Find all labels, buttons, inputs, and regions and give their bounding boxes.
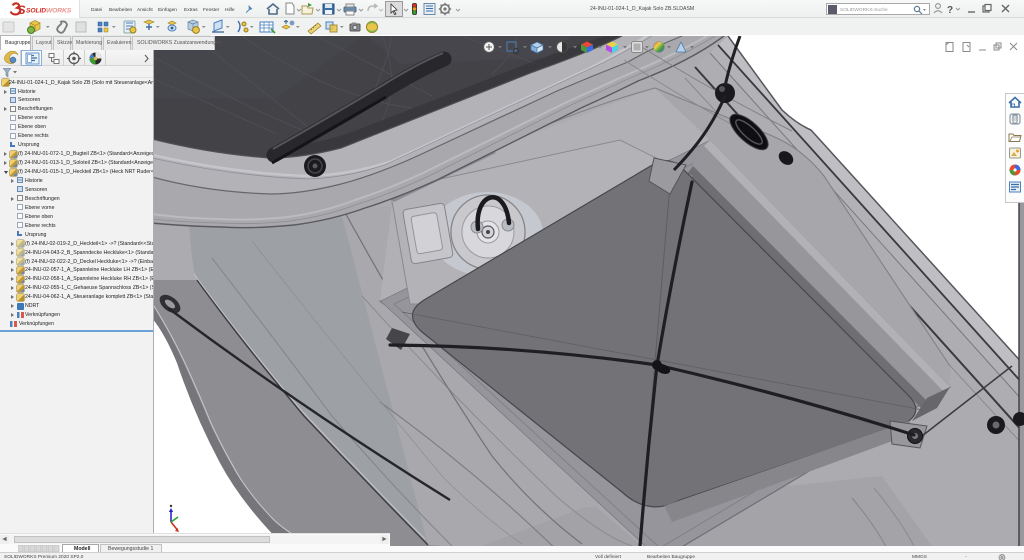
svg-text:S: S xyxy=(18,3,26,17)
svg-text:SOLIDWORKS: SOLIDWORKS xyxy=(26,8,72,15)
svg-text:?: ? xyxy=(947,5,953,16)
